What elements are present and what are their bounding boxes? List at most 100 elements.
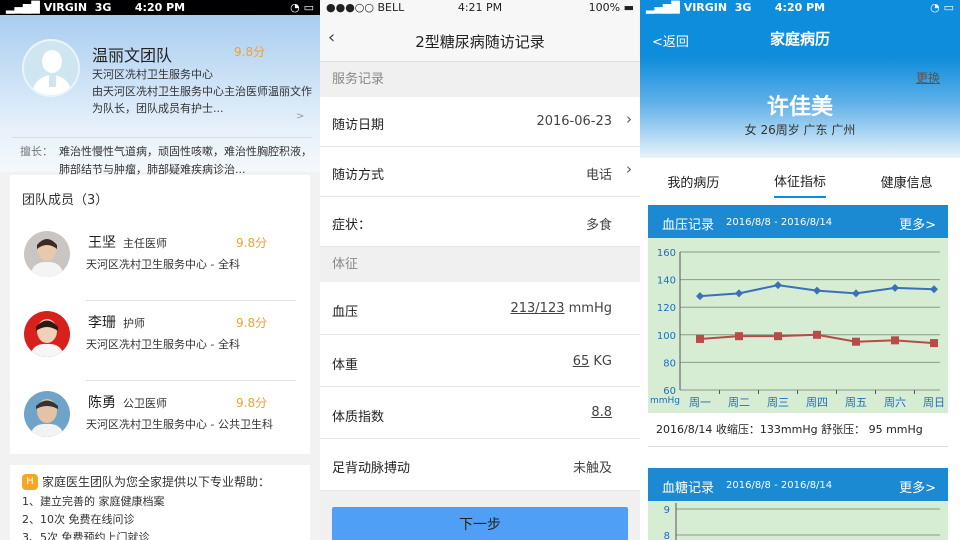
next-button[interactable]: 下一步 bbox=[332, 507, 628, 540]
row-label: 随访日期 bbox=[332, 118, 385, 133]
divider bbox=[12, 137, 312, 138]
member-title: 护师 bbox=[123, 317, 145, 330]
followup-method-row[interactable]: 随访方式 电话 › bbox=[320, 147, 640, 197]
data-point bbox=[930, 285, 938, 294]
carrier-label: ▂▄▆█ VIRGIN 3G bbox=[6, 1, 112, 14]
patient-info: 女 26周岁 广东 广州 bbox=[744, 123, 856, 137]
member-avatar bbox=[24, 391, 70, 437]
y-tick-label: 80 bbox=[663, 358, 676, 369]
help-item: 3、5次 免费预约上门就诊 bbox=[22, 531, 150, 540]
battery-icon: ◔ ▭ bbox=[290, 1, 314, 14]
member-row[interactable]: 王坚 主任医师 9.8分 天河区冼村卫生服务中心 - 全科 bbox=[10, 221, 310, 301]
member-avatar bbox=[24, 311, 70, 357]
bp-card-header: 血压记录 2016/8/8 - 2016/8/14 更多> bbox=[648, 205, 948, 238]
pulse-row[interactable]: 足背动脉搏动 未触及 bbox=[320, 439, 640, 491]
y-unit-label: mmHg bbox=[650, 396, 680, 406]
status-bar: ▂▄▆█ VIRGIN 3G 4:20 PM ◔ ▭ bbox=[640, 0, 960, 15]
data-point bbox=[891, 283, 899, 292]
tab-health-info[interactable]: 健康信息 bbox=[881, 166, 933, 197]
row-label: 血压 bbox=[332, 305, 359, 320]
bp-more-link[interactable]: 更多> bbox=[899, 214, 936, 233]
signal-icon: ▂▄▆█ bbox=[6, 1, 40, 14]
team-members-card: 团队成员（3） 王坚 主任医师 9.8分 天河区冼村卫生服务中心 - 全科 李珊… bbox=[10, 175, 310, 454]
x-tick-label: 周六 bbox=[884, 396, 906, 409]
chevron-right-icon[interactable]: > bbox=[296, 111, 304, 122]
data-point bbox=[735, 289, 743, 298]
tab-my-records[interactable]: 我的病历 bbox=[667, 166, 719, 197]
sugar-card-dates: 2016/8/8 - 2016/8/14 bbox=[726, 480, 833, 491]
page-title: 2型糖尿病随访记录 bbox=[415, 33, 545, 51]
followup-date-row[interactable]: 随访日期 2016-06-23 › bbox=[320, 97, 640, 147]
member-score: 9.8分 bbox=[236, 236, 268, 250]
symptom-row[interactable]: 症状： 多食 bbox=[320, 197, 640, 247]
family-record-screen: ▂▄▆█ VIRGIN 3G 4:20 PM ◔ ▭ <返回 家庭病历 更换 许… bbox=[640, 0, 960, 540]
x-tick-label: 周日 bbox=[923, 396, 945, 409]
row-value[interactable]: 213/123 mmHg bbox=[510, 301, 612, 316]
bmi-row[interactable]: 体质指数 8.8 bbox=[320, 387, 640, 439]
data-point bbox=[735, 332, 743, 341]
row-value[interactable]: 65 KG bbox=[573, 354, 612, 369]
sugar-chart: 89 bbox=[648, 501, 948, 540]
weight-row[interactable]: 体重 65 KG bbox=[320, 335, 640, 387]
member-title: 公卫医师 bbox=[123, 397, 167, 410]
team-name: 温丽文团队 bbox=[92, 46, 173, 65]
team-specialty: 擅长： 难治性慢性气道病，顽固性咳嗽，难治性胸腔积液，肺部结节与肿瘤，肺部疑难疾… bbox=[20, 143, 316, 179]
member-title: 主任医师 bbox=[123, 237, 167, 250]
members-title: 团队成员（3） bbox=[22, 193, 109, 208]
sugar-card-header: 血糖记录 2016/8/8 - 2016/8/14 更多> bbox=[648, 468, 948, 501]
x-tick-label: 周一 bbox=[689, 396, 711, 409]
member-name: 陈勇 bbox=[88, 395, 116, 411]
row-label: 随访方式 bbox=[332, 168, 385, 183]
bp-card-dates: 2016/8/8 - 2016/8/14 bbox=[726, 217, 833, 228]
nav-bar: <返回 家庭病历 bbox=[640, 15, 960, 57]
member-row[interactable]: 陈勇 公卫医师 9.8分 天河区冼村卫生服务中心 - 公共卫生科 bbox=[10, 381, 310, 461]
patient-header: 更换 许佳美 女 26周岁 广东 广州 bbox=[640, 57, 960, 158]
chevron-right-icon: › bbox=[626, 110, 632, 128]
data-point bbox=[852, 289, 860, 298]
team-header[interactable]: 温丽文团队 9.8分 天河区冼村卫生服务中心 由天河区冼村卫生服务中心主治医师温… bbox=[0, 15, 320, 176]
x-tick-label: 周二 bbox=[728, 396, 750, 409]
data-point bbox=[774, 281, 782, 290]
section-header: 服务记录 bbox=[320, 62, 640, 97]
member-avatar bbox=[24, 231, 70, 277]
sugar-more-link[interactable]: 更多> bbox=[899, 477, 936, 496]
data-point bbox=[774, 332, 782, 341]
data-point bbox=[930, 339, 938, 348]
row-label: 体重 bbox=[332, 358, 359, 373]
battery-label: 100% ▬ bbox=[588, 1, 634, 14]
data-point bbox=[813, 330, 821, 339]
member-score: 9.8分 bbox=[236, 396, 268, 410]
team-org: 天河区冼村卫生服务中心 bbox=[92, 68, 213, 81]
bmi-value[interactable]: 8.8 bbox=[591, 405, 612, 420]
row-label: 体质指数 bbox=[332, 410, 385, 425]
change-patient-link[interactable]: 更换 bbox=[916, 69, 940, 86]
y-tick-label: 140 bbox=[657, 276, 676, 287]
signal-icon: ▂▄▆█ bbox=[646, 1, 680, 14]
blood-pressure-row[interactable]: 血压 213/123 mmHg bbox=[320, 282, 640, 335]
data-point bbox=[852, 337, 860, 346]
member-org: 天河区冼村卫生服务中心 - 公共卫生科 bbox=[86, 418, 273, 431]
tab-vital-signs[interactable]: 体征指标 bbox=[773, 165, 826, 198]
bp-unit: mmHg bbox=[568, 301, 612, 316]
bp-card-title: 血压记录 bbox=[662, 218, 715, 233]
weight-value[interactable]: 65 bbox=[573, 354, 590, 369]
y-tick-label: 8 bbox=[664, 531, 670, 540]
bp-value[interactable]: 213/123 bbox=[510, 301, 564, 316]
data-point bbox=[696, 334, 704, 343]
member-score: 9.8分 bbox=[236, 316, 268, 330]
row-label: 足背动脉搏动 bbox=[332, 461, 411, 476]
member-row[interactable]: 李珊 护师 9.8分 天河区冼村卫生服务中心 - 全科 bbox=[10, 301, 310, 381]
battery-icon: ◔ ▭ bbox=[930, 1, 954, 14]
sugar-card: 血糖记录 2016/8/8 - 2016/8/14 更多> 89 bbox=[648, 468, 948, 540]
bp-card: 血压记录 2016/8/8 - 2016/8/14 更多> 60 80 100 120… bbox=[648, 205, 948, 447]
row-value: 2016-06-23 bbox=[536, 114, 612, 129]
weight-unit: KG bbox=[593, 354, 612, 369]
battery-icon: ▬ bbox=[623, 1, 634, 14]
data-point bbox=[696, 292, 704, 301]
x-tick-label: 周五 bbox=[845, 396, 867, 409]
help-title-row: H 家庭医生团队为您全家提供以下专业帮助： bbox=[22, 473, 310, 490]
x-tick-label: 周三 bbox=[767, 396, 789, 409]
status-bar: ●●●○○ BELL 4:21 PM 100% ▬ bbox=[320, 0, 640, 15]
help-badge-icon: H bbox=[22, 473, 38, 490]
help-item: 2、10次 免费在线问诊 bbox=[22, 513, 135, 526]
